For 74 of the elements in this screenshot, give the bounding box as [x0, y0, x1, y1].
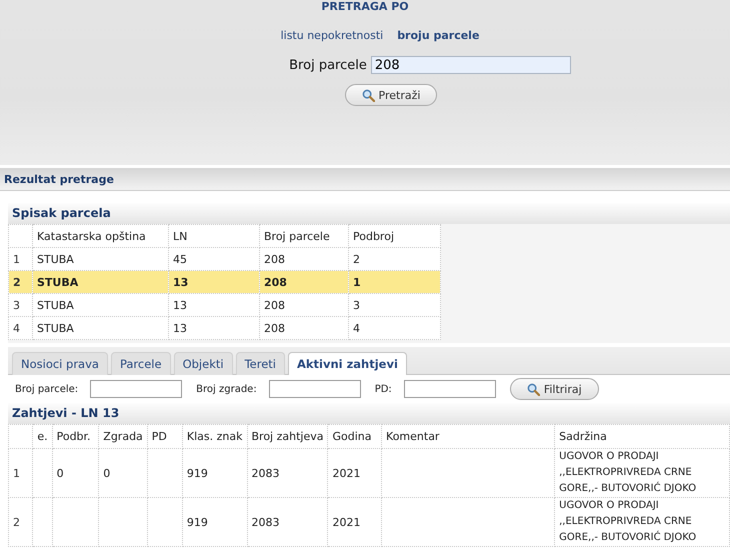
- table-cell: UGOVOR O PRODAJI ,,ELEKTROPRIVREDA CRNE GORE,,- BUTOVORIĆ DJOKO: [554, 448, 730, 498]
- table-cell: 2083: [247, 448, 328, 498]
- table-cell: 208: [260, 316, 348, 340]
- field-label: Broj parcele: [289, 58, 367, 72]
- header-cell: [8, 224, 32, 248]
- table-cell: [52, 498, 99, 546]
- table-cell: 2021: [328, 448, 382, 498]
- row-number: 4: [8, 316, 32, 340]
- table-cell: STUBA: [32, 316, 168, 340]
- parcel-row[interactable]: 4 STUBA 13 208 4: [8, 316, 440, 340]
- column-header: Broj parcele: [260, 224, 348, 248]
- table-cell: 919: [182, 498, 247, 546]
- column-header: Sadržina: [554, 424, 730, 448]
- table-cell: 13: [168, 316, 260, 340]
- table-cell: [32, 498, 52, 546]
- table-cell: UGOVOR O PRODAJI ,,ELEKTROPRIVREDA CRNE GORE,,- BUTOVORIĆ DJOKO: [554, 498, 730, 546]
- tab[interactable]: Parcele: [110, 352, 171, 375]
- table-cell: STUBA: [32, 270, 168, 294]
- tab[interactable]: Objekti: [174, 352, 233, 375]
- search-icon: [526, 382, 540, 396]
- column-header: Podbr.: [52, 424, 99, 448]
- filter-label: Broj zgrade:: [196, 384, 257, 394]
- search-mode-link[interactable]: listu nepokretnosti: [280, 29, 384, 42]
- parcel-row[interactable]: 2 STUBA 13 208 1: [8, 270, 440, 294]
- table-cell: [147, 448, 182, 498]
- table-cell: 3: [348, 294, 440, 316]
- search-button[interactable]: Pretraži: [344, 84, 438, 106]
- table-cell: 1: [348, 270, 440, 294]
- column-header: Klas. znak: [182, 424, 247, 448]
- filter-label: Broj parcele:: [15, 384, 78, 394]
- filter-field[interactable]: [404, 380, 496, 398]
- column-header: Broj zahtjeva: [247, 424, 328, 448]
- filter-button[interactable]: Filtriraj: [510, 378, 599, 400]
- row-number: 2: [8, 270, 32, 294]
- table-cell: [98, 498, 148, 546]
- tab[interactable]: Aktivni zahtjevi: [288, 352, 407, 375]
- filter-field[interactable]: [268, 380, 361, 398]
- table-cell: 13: [168, 294, 260, 316]
- column-header: Godina: [328, 424, 382, 448]
- table-cell: 208: [260, 294, 348, 316]
- panel-title: Zahtjevi - LN 13: [8, 403, 730, 424]
- table-cell: [32, 448, 52, 498]
- column-header: Podbroj: [348, 224, 440, 248]
- table-cell: 4: [348, 316, 440, 340]
- table-cell: 0: [98, 448, 148, 498]
- table-cell: 13: [168, 270, 260, 294]
- row-number: 3: [8, 294, 32, 316]
- table-cell: [147, 498, 182, 546]
- filter-label: PD:: [374, 384, 392, 394]
- tab[interactable]: Nosioci prava: [12, 352, 108, 375]
- column-header: e.: [32, 424, 52, 448]
- filter-field[interactable]: [90, 380, 182, 398]
- table-cell: 0: [52, 448, 99, 498]
- row-number: 2: [8, 498, 33, 546]
- search-icon: [362, 88, 375, 102]
- column-header: Katastarska opština: [32, 224, 168, 248]
- row-number: 1: [8, 448, 33, 498]
- parcel-number-field[interactable]: 208: [370, 56, 571, 74]
- table-cell: 2083: [247, 498, 328, 546]
- header-cell: [8, 424, 33, 448]
- results-header: Rezultat pretrage: [0, 168, 730, 191]
- parcel-row[interactable]: 3 STUBA 13 208 3: [8, 294, 440, 316]
- table-cell: 208: [260, 270, 348, 294]
- table-cell: 2021: [328, 498, 382, 546]
- table-cell: 919: [182, 448, 247, 498]
- search-title: PRETRAGA PO: [321, 0, 409, 13]
- column-header: PD: [147, 424, 182, 448]
- tab[interactable]: Tereti: [236, 352, 285, 375]
- panel-title: Spisak parcela: [8, 203, 730, 224]
- column-header: Komentar: [382, 424, 555, 448]
- column-header: LN: [168, 224, 260, 248]
- search-mode-link[interactable]: broju parcele: [397, 29, 480, 42]
- column-header: Zgrada: [98, 424, 148, 448]
- table-cell: STUBA: [32, 294, 168, 316]
